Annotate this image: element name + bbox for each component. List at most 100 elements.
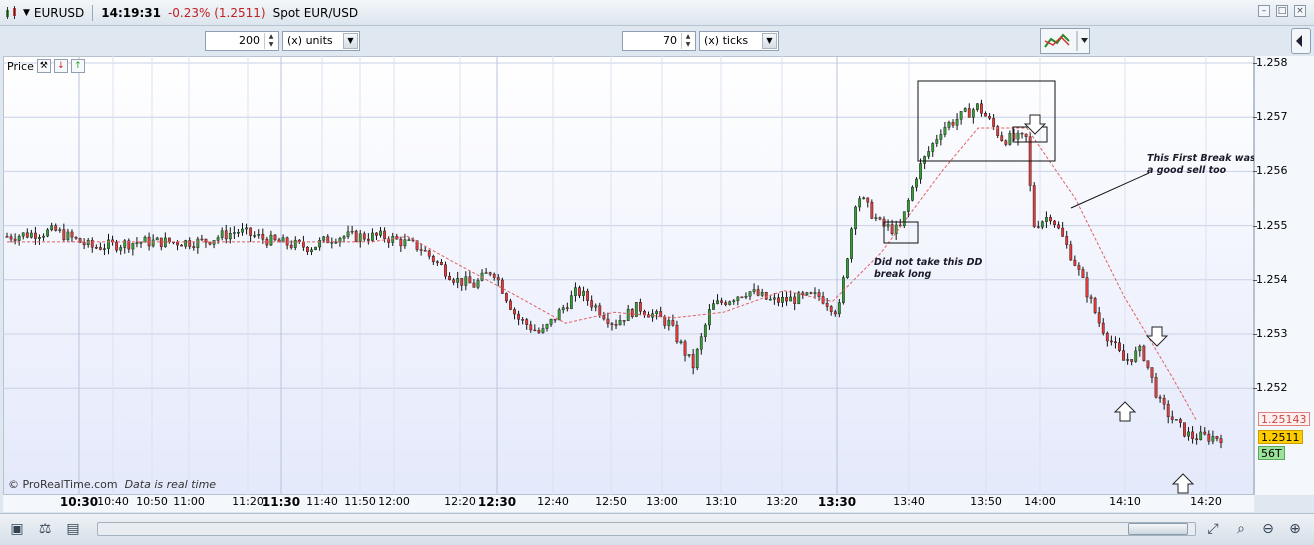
candle-body xyxy=(866,197,870,203)
ticks-select[interactable]: (x) ticks ▼ xyxy=(699,31,779,51)
candle-body xyxy=(253,235,257,237)
candle-body xyxy=(614,324,618,326)
candle-body xyxy=(427,250,431,257)
candle-body xyxy=(237,232,240,234)
side-panel-toggle-icon[interactable] xyxy=(1291,28,1311,54)
candle-body xyxy=(943,127,947,135)
maximize-button[interactable]: □ xyxy=(1276,5,1288,17)
candle-body xyxy=(476,280,480,288)
candle-body xyxy=(245,227,248,230)
candle-body xyxy=(951,122,955,126)
candle-body xyxy=(1154,377,1158,398)
ticks-stepper[interactable]: 70 ▲ ▼ xyxy=(622,31,696,51)
zoom-out-icon[interactable]: ⊖ xyxy=(1259,520,1277,538)
candle-body xyxy=(1085,277,1089,298)
candle-body xyxy=(858,198,862,208)
layout-icon[interactable]: ▤ xyxy=(64,520,82,538)
chart-settings-icon[interactable]: ▣ xyxy=(8,520,26,538)
candle-body xyxy=(622,320,626,322)
candle-body xyxy=(1061,227,1065,237)
zoom-fit-icon[interactable]: ⌕ xyxy=(1232,520,1250,538)
close-button[interactable]: × xyxy=(1294,5,1306,17)
x-tick-label: 11:20 xyxy=(232,495,264,508)
x-tick-label: 11:50 xyxy=(344,495,376,508)
candle-body xyxy=(598,305,602,316)
minimize-button[interactable]: – xyxy=(1258,5,1270,17)
zoom-in-icon[interactable]: ⊕ xyxy=(1286,520,1304,538)
indicators-icon[interactable]: ⚖ xyxy=(36,520,54,538)
candle-body xyxy=(691,354,695,369)
candle-body xyxy=(862,197,866,200)
annotation-note[interactable]: Did not take this DD break long xyxy=(874,257,982,281)
chevron-down-icon[interactable]: ▼ xyxy=(23,8,30,18)
stepper-arrows-icon[interactable]: ▲ ▼ xyxy=(264,33,277,49)
arrow-down-icon xyxy=(1023,114,1047,135)
candle-body xyxy=(1174,419,1178,421)
candle-body xyxy=(107,239,110,249)
candle-body xyxy=(975,103,979,110)
candle-body xyxy=(878,217,882,220)
candle-body xyxy=(216,237,220,241)
candlestick-icon[interactable] xyxy=(4,5,20,21)
candle-body xyxy=(902,211,906,226)
current-time: 14:19:31 xyxy=(101,5,161,20)
candle-body xyxy=(1065,236,1069,245)
scrollbar-thumb[interactable] xyxy=(1128,523,1188,535)
candle-body xyxy=(115,241,119,251)
candle-body xyxy=(342,236,346,239)
add-indicator-icon[interactable]: ↑ xyxy=(70,59,85,73)
candle-body xyxy=(86,239,90,246)
chevron-down-icon[interactable]: ▼ xyxy=(343,33,358,49)
candle-body xyxy=(1122,350,1125,361)
candle-body xyxy=(46,229,50,237)
horizontal-scrollbar[interactable] xyxy=(97,522,1196,536)
candle-body xyxy=(1053,220,1056,225)
candle-body xyxy=(391,236,395,243)
panel-label: Price xyxy=(7,59,34,73)
remove-indicator-icon[interactable]: ↓ xyxy=(53,59,68,73)
candle-body xyxy=(358,233,362,242)
candle-body xyxy=(1195,438,1199,441)
stepper-arrows-icon[interactable]: ▲ ▼ xyxy=(681,33,694,49)
candle-body xyxy=(1093,298,1097,313)
candle-body xyxy=(870,201,874,219)
candle-body xyxy=(915,178,918,188)
price-chart[interactable] xyxy=(3,56,1254,495)
candle-body xyxy=(184,240,188,247)
candle-body xyxy=(1158,396,1162,399)
title-bar: ▼ EURUSD 14:19:31 -0.23% (1.2511) Spot E… xyxy=(0,0,1314,26)
x-tick-label: 12:30 xyxy=(477,495,517,509)
chart-toolbar: 200 ▲ ▼ (x) units ▼ 70 ▲ ▼ (x) ticks ▼ xyxy=(0,27,1314,56)
units-stepper[interactable]: 200 ▲ ▼ xyxy=(205,31,279,51)
chevron-down-icon[interactable]: ▼ xyxy=(762,33,777,49)
resize-icon[interactable]: ⤢ xyxy=(1204,520,1222,538)
candle-body xyxy=(525,319,529,325)
candle-body xyxy=(1183,422,1186,437)
candle-body xyxy=(630,309,634,317)
y-tick-label: 1.257 xyxy=(1253,110,1288,124)
candle-body xyxy=(314,246,317,251)
candle-body xyxy=(959,111,963,120)
wrench-icon[interactable]: ⚒ xyxy=(36,59,51,73)
candle-body xyxy=(874,217,878,219)
candle-body xyxy=(403,239,407,247)
candle-body xyxy=(890,224,894,234)
units-select[interactable]: (x) units ▼ xyxy=(282,31,360,51)
candle-body xyxy=(200,238,204,241)
chart-type-button[interactable] xyxy=(1040,28,1090,54)
symbol-label[interactable]: EURUSD xyxy=(34,6,84,20)
candle-body xyxy=(103,248,106,250)
brand-label: © ProRealTime.com xyxy=(8,478,118,491)
x-tick-label: 13:20 xyxy=(766,495,798,508)
candle-body xyxy=(241,228,244,233)
candle-body xyxy=(472,282,476,288)
candle-body xyxy=(1016,132,1020,140)
annotation-note[interactable]: This First Break was a good sell too xyxy=(1147,153,1256,177)
candle-body xyxy=(257,234,261,236)
y-tick-label: 1.256 xyxy=(1253,164,1288,178)
arrow-up-icon xyxy=(1113,401,1137,422)
candle-body xyxy=(90,239,94,248)
candle-body xyxy=(667,320,671,326)
candle-body xyxy=(21,232,25,237)
x-tick-label: 10:50 xyxy=(136,495,168,508)
